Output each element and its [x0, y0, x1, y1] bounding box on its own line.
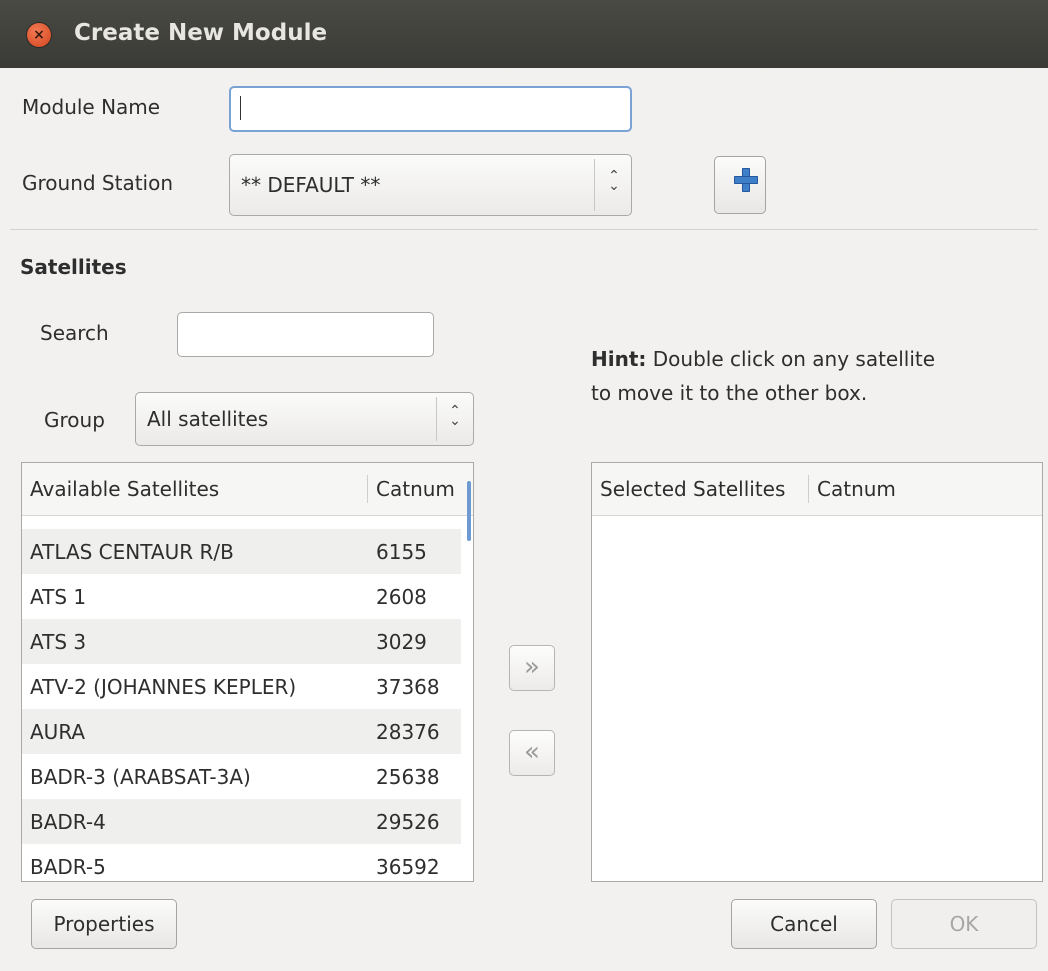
group-value: All satellites: [147, 407, 269, 431]
table-row[interactable]: BADR-3 (ARABSAT-3A) 25638: [22, 754, 461, 799]
move-left-button[interactable]: «: [509, 730, 555, 776]
hint-line1: Double click on any satellite: [652, 347, 936, 371]
table-row[interactable]: ATS 3 3029: [22, 619, 461, 664]
ground-station-label: Ground Station: [22, 171, 174, 195]
satellite-name: BADR-5: [30, 855, 106, 879]
group-label: Group: [44, 408, 105, 432]
satellite-catnum: 3029: [376, 630, 427, 654]
combo-separator: [436, 397, 437, 441]
double-chevron-left-icon: «: [524, 737, 540, 767]
section-divider: [10, 229, 1038, 230]
module-name-input[interactable]: [229, 86, 632, 132]
table-row[interactable]: ATV-2 (JOHANNES KEPLER) 37368: [22, 664, 461, 709]
ok-button[interactable]: OK: [891, 899, 1037, 949]
satellite-catnum: 37368: [376, 675, 440, 699]
table-row[interactable]: ATS 1 2608: [22, 574, 461, 619]
combo-arrows-icon: ⌃ ⌄: [449, 403, 461, 429]
satellite-name: BADR-4: [30, 810, 106, 834]
scrollbar-thumb[interactable]: [467, 481, 471, 541]
satellite-name: ATS 3: [30, 630, 87, 654]
available-satellites-list[interactable]: Available Satellites Catnum ATLAS CENTAU…: [21, 462, 474, 882]
window-title: Create New Module: [74, 20, 328, 46]
hint-bold: Hint:: [591, 347, 647, 371]
plus-icon: [734, 168, 758, 192]
module-name-label: Module Name: [22, 95, 161, 119]
selected-satellites-list[interactable]: Selected Satellites Catnum: [591, 462, 1043, 882]
satellite-catnum: 29526: [376, 810, 440, 834]
available-list-header: Available Satellites Catnum: [22, 463, 473, 516]
search-label: Search: [40, 321, 109, 345]
col-catnum[interactable]: Catnum: [817, 477, 896, 501]
satellite-name: AURA: [30, 720, 86, 744]
hint-text-line2: to move it to the other box.: [591, 381, 868, 405]
table-row[interactable]: BADR-4 29526: [22, 799, 461, 844]
ground-station-select[interactable]: ** DEFAULT ** ⌃ ⌄: [229, 154, 632, 216]
add-ground-station-button[interactable]: [714, 156, 766, 214]
col-selected-satellites[interactable]: Selected Satellites: [600, 477, 785, 501]
cancel-button[interactable]: Cancel: [731, 899, 877, 949]
close-icon[interactable]: ×: [27, 23, 51, 47]
search-input[interactable]: [177, 312, 434, 357]
satellite-name: BADR-3 (ARABSAT-3A): [30, 765, 251, 789]
satellite-name: ATS 1: [30, 585, 87, 609]
move-right-button[interactable]: »: [509, 645, 555, 691]
text-caret: [240, 96, 241, 120]
combo-arrows-icon: ⌃ ⌄: [608, 168, 620, 194]
ground-station-value: ** DEFAULT **: [241, 173, 381, 197]
satellite-name: ATLAS CENTAUR R/B: [30, 540, 234, 564]
satellite-catnum: 6155: [376, 540, 427, 564]
properties-button[interactable]: Properties: [31, 899, 177, 949]
group-select[interactable]: All satellites ⌃ ⌄: [135, 392, 474, 446]
double-chevron-right-icon: »: [524, 652, 540, 682]
satellite-catnum: 25638: [376, 765, 440, 789]
satellite-catnum: 28376: [376, 720, 440, 744]
table-row[interactable]: BADR-5 36592: [22, 844, 461, 881]
col-available-satellites[interactable]: Available Satellites: [30, 477, 219, 501]
col-catnum[interactable]: Catnum: [376, 477, 455, 501]
selected-list-header: Selected Satellites Catnum: [592, 463, 1042, 516]
titlebar: × Create New Module: [0, 0, 1048, 68]
column-separator: [808, 475, 809, 503]
combo-separator: [594, 159, 595, 211]
satellite-name: ATV-2 (JOHANNES KEPLER): [30, 675, 297, 699]
satellite-catnum: 2608: [376, 585, 427, 609]
hint-text-line1: Hint: Double click on any satellite: [591, 347, 935, 371]
column-separator: [367, 475, 368, 503]
table-row[interactable]: ATLAS CENTAUR R/B 6155: [22, 529, 461, 574]
satellites-heading: Satellites: [20, 255, 127, 279]
table-row[interactable]: AURA 28376: [22, 709, 461, 754]
satellite-catnum: 36592: [376, 855, 440, 879]
